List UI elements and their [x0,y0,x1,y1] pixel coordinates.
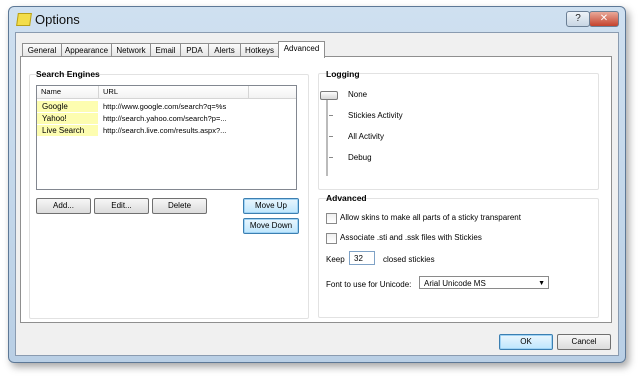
search-engines-list[interactable]: Name URL Google http://www.google.com/se… [36,85,297,190]
engine-name: Google [37,101,98,112]
unicode-font-label: Font to use for Unicode: [326,280,412,289]
engine-url: http://search.yahoo.com/search?p=... [103,114,227,123]
help-button[interactable]: ? [566,11,590,27]
tab-alerts[interactable]: Alerts [208,43,241,57]
log-level-all-activity: All Activity [348,132,385,141]
tab-general[interactable]: General [22,43,62,57]
table-row[interactable]: Yahoo! http://search.yahoo.com/search?p=… [37,113,249,124]
advanced-title: Advanced [326,193,367,203]
column-divider [248,86,249,98]
slider-tick [329,157,333,158]
tab-pda[interactable]: PDA [180,43,209,57]
column-header-url[interactable]: URL [103,87,118,96]
list-header: Name URL [37,86,296,99]
ok-button[interactable]: OK [499,334,553,350]
transparent-label[interactable]: Allow skins to make all parts of a stick… [340,213,521,222]
tab-network[interactable]: Network [111,43,151,57]
stickies-app-icon [16,13,32,26]
log-level-debug: Debug [348,153,372,162]
tab-email[interactable]: Email [150,43,181,57]
engine-url: http://www.google.com/search?q=%s [103,102,227,111]
column-header-name[interactable]: Name [41,87,61,96]
column-divider [98,86,99,98]
chevron-down-icon: ▼ [538,280,545,287]
associate-checkbox[interactable] [326,233,337,244]
options-window: Options ? ✕ General Appearance Network E… [8,6,626,363]
search-engines-title: Search Engines [36,69,100,79]
engine-name: Yahoo! [37,113,98,124]
logging-slider-track[interactable] [326,94,328,176]
table-row[interactable]: Google http://www.google.com/search?q=%s [37,101,249,112]
engine-url: http://search.live.com/results.aspx?... [103,126,227,135]
edit-button[interactable]: Edit... [94,198,149,214]
logging-slider-thumb[interactable] [320,91,338,100]
tab-appearance[interactable]: Appearance [61,43,112,57]
keep-count-input[interactable]: 32 [349,251,375,265]
move-up-button[interactable]: Move Up [243,198,299,214]
add-button[interactable]: Add... [36,198,91,214]
transparent-checkbox[interactable] [326,213,337,224]
window-title: Options [35,12,80,27]
unicode-font-select[interactable]: Arial Unicode MS ▼ [419,276,549,289]
log-level-none: None [348,90,368,99]
tab-advanced[interactable]: Advanced [278,41,325,58]
advanced-tab-panel: Search Engines Name URL Google http://ww… [20,56,612,323]
log-level-stickies-activity: Stickies Activity [348,111,403,120]
unicode-font-value: Arial Unicode MS [424,279,486,288]
slider-tick [329,136,333,137]
move-down-button[interactable]: Move Down [243,218,299,234]
dialog-body: General Appearance Network Email PDA Ale… [15,32,619,356]
engine-name: Live Search [37,125,98,136]
keep-suffix-label: closed stickies [383,255,435,264]
close-button[interactable]: ✕ [589,11,619,27]
keep-label: Keep [326,255,345,264]
logging-title: Logging [326,69,360,79]
delete-button[interactable]: Delete [152,198,207,214]
table-row[interactable]: Live Search http://search.live.com/resul… [37,125,249,136]
cancel-button[interactable]: Cancel [557,334,611,350]
associate-label[interactable]: Associate .sti and .ssk files with Stick… [340,233,482,242]
slider-tick [329,115,333,116]
tab-hotkeys[interactable]: Hotkeys [240,43,279,57]
